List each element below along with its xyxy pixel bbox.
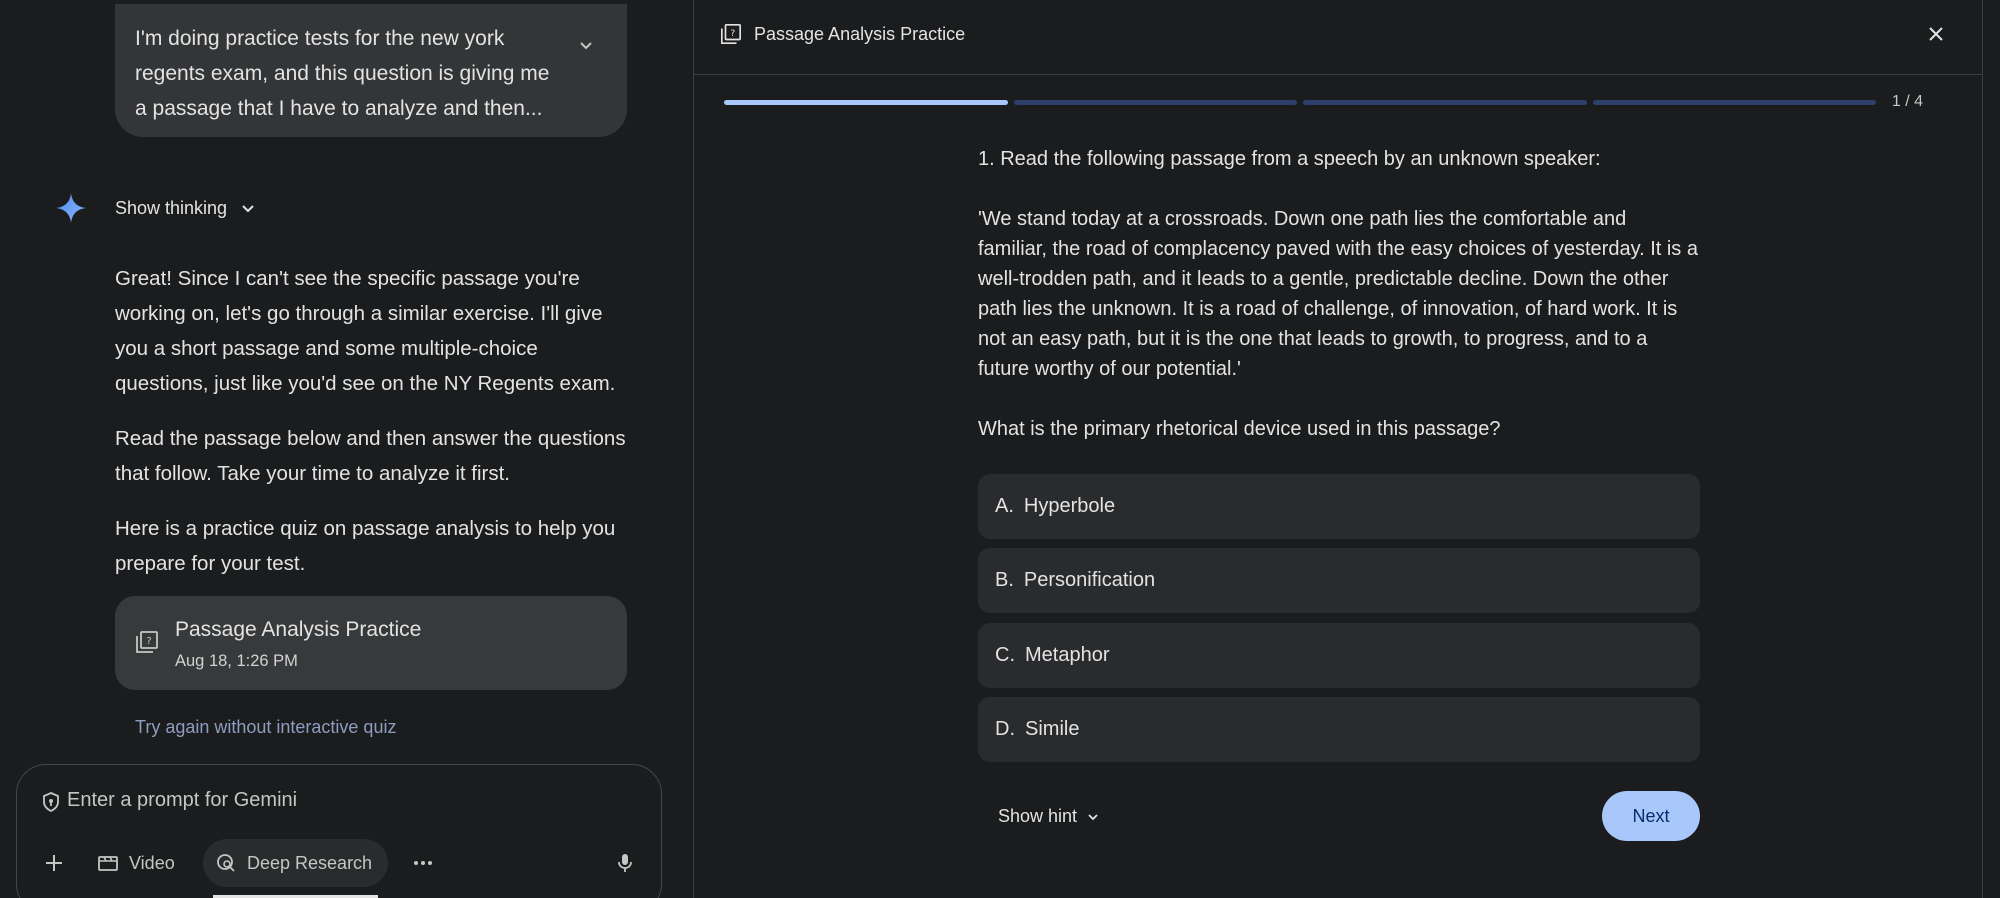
- option-text: Simile: [1025, 718, 1080, 740]
- progress-segment: [1303, 100, 1587, 105]
- plus-icon: [46, 855, 62, 871]
- svg-text:?: ?: [146, 636, 151, 647]
- option-text: Personification: [1023, 569, 1156, 591]
- more-horiz-icon: [414, 861, 432, 865]
- reply-paragraph: Read the passage below and then answer t…: [115, 427, 626, 485]
- microphone-icon: [618, 854, 632, 872]
- show-thinking-toggle[interactable]: Show thinking: [54, 190, 255, 226]
- quiz-icon: ?: [136, 631, 158, 653]
- option-text: Metaphor: [1025, 644, 1110, 666]
- answer-option-a[interactable]: A. Hyperbole: [978, 474, 1700, 539]
- show-thinking-label: Show thinking: [115, 197, 228, 218]
- question-prompt: What is the primary rhetorical device us…: [978, 418, 1501, 440]
- user-message-bubble[interactable]: I'm doing practice tests for the new yor…: [115, 4, 627, 137]
- quiz-card-date: Aug 18, 1:26 PM: [175, 652, 298, 670]
- video-label: Video: [129, 852, 175, 873]
- video-button[interactable]: Video: [97, 839, 175, 887]
- quiz-panel-title: Passage Analysis Practice: [754, 24, 966, 44]
- answer-option-d[interactable]: D. Simile: [978, 697, 1700, 762]
- quiz-panel: ? Passage Analysis Practice 1 / 4 1. Rea…: [693, 0, 1983, 898]
- deep-research-label: Deep Research: [247, 852, 373, 873]
- quiz-card[interactable]: ? Passage Analysis Practice Aug 18, 1:26…: [115, 596, 627, 690]
- show-hint-button[interactable]: Show hint: [998, 806, 1099, 827]
- reply-paragraph: Great! Since I can't see the specific pa…: [115, 267, 616, 395]
- add-button[interactable]: [39, 839, 69, 887]
- option-letter: D.: [995, 718, 1015, 740]
- question-block: 1. Read the following passage from a spe…: [978, 144, 1698, 444]
- quiz-card-title: Passage Analysis Practice: [175, 618, 422, 641]
- question-counter: 1 / 4: [1891, 93, 1923, 110]
- video-icon: [98, 856, 118, 871]
- microphone-button[interactable]: [617, 839, 633, 887]
- try-again-link[interactable]: Try again without interactive quiz: [135, 717, 396, 738]
- passage-text: 'We stand today at a crossroads. Down on…: [978, 208, 1698, 380]
- assistant-reply: Great! Since I can't see the specific pa…: [115, 261, 635, 601]
- user-message-text: I'm doing practice tests for the new yor…: [135, 27, 550, 120]
- expand-chevron-icon[interactable]: [579, 38, 593, 52]
- deep-research-button[interactable]: Deep Research: [203, 839, 389, 887]
- chat-panel: I'm doing practice tests for the new yor…: [0, 0, 692, 898]
- progress-segment: [724, 100, 1008, 105]
- chevron-down-icon: [1088, 813, 1098, 820]
- progress-segment: [1013, 100, 1297, 105]
- prompt-input[interactable]: Enter a prompt for Gemini: [67, 789, 297, 812]
- option-letter: C.: [995, 644, 1015, 666]
- shield-icon: [43, 792, 59, 813]
- quiz-icon: ?: [721, 24, 741, 44]
- progress-segment: [1592, 100, 1876, 105]
- reply-paragraph: Here is a practice quiz on passage analy…: [115, 517, 616, 575]
- option-text: Hyperbole: [1023, 495, 1116, 517]
- answer-option-b[interactable]: B. Personification: [978, 548, 1700, 613]
- question-heading: 1. Read the following passage from a spe…: [978, 148, 1601, 170]
- quiz-panel-header: ? Passage Analysis Practice: [694, 0, 1982, 75]
- close-icon[interactable]: [1926, 24, 1946, 44]
- show-hint-label: Show hint: [998, 806, 1078, 826]
- option-letter: B.: [995, 569, 1014, 591]
- gemini-spark-icon: [56, 193, 86, 223]
- answer-option-c[interactable]: C. Metaphor: [978, 623, 1700, 688]
- prompt-box: Enter a prompt for Gemini Video Deep Res…: [16, 764, 662, 898]
- deep-research-icon: [217, 854, 235, 872]
- chevron-down-icon: [242, 205, 254, 213]
- next-button[interactable]: Next: [1602, 791, 1700, 841]
- option-letter: A.: [995, 495, 1014, 517]
- svg-text:?: ?: [730, 28, 735, 39]
- quiz-progress-bar: [724, 100, 1876, 105]
- more-tools-button[interactable]: [413, 839, 433, 887]
